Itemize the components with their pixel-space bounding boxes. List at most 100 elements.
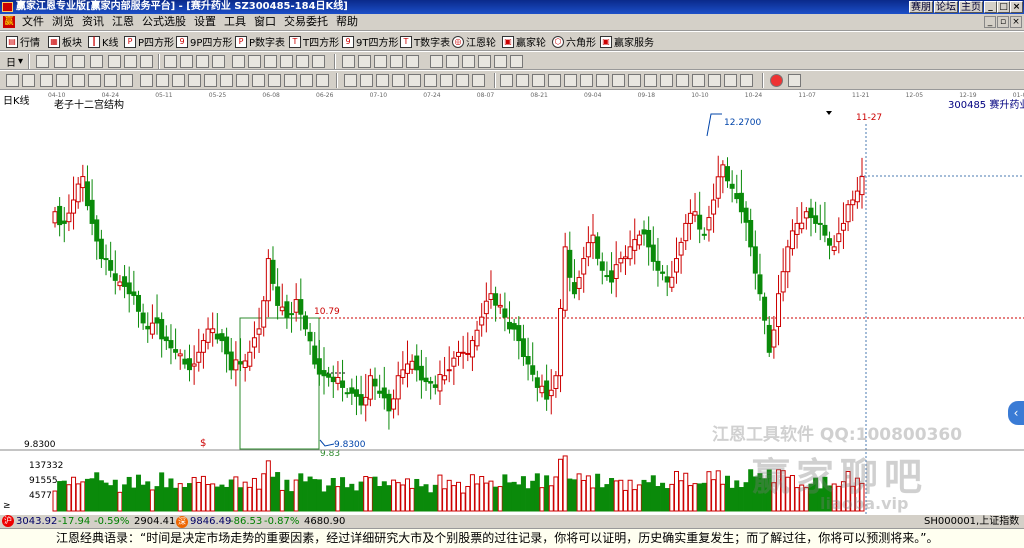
menu-window[interactable]: 窗口 bbox=[250, 14, 280, 30]
fan-4-icon[interactable] bbox=[392, 74, 405, 87]
tool-hexagon[interactable]: ⬡ 六角形 bbox=[552, 34, 596, 49]
line-icon[interactable] bbox=[390, 55, 403, 68]
fan-5-icon[interactable] bbox=[408, 74, 421, 87]
fan-2-icon[interactable] bbox=[360, 74, 373, 87]
mdi-minimize-icon[interactable]: _ bbox=[984, 16, 996, 28]
cycle-3-icon[interactable] bbox=[172, 74, 185, 87]
tool-p-table[interactable]: P P数字表 bbox=[235, 34, 285, 49]
grid-9-icon[interactable] bbox=[628, 74, 641, 87]
tool-9t-square[interactable]: 9 9T四方形 bbox=[342, 34, 398, 49]
link-home[interactable]: 主页 bbox=[959, 1, 983, 13]
cursor-icon[interactable] bbox=[342, 55, 355, 68]
grid-6-icon[interactable] bbox=[580, 74, 593, 87]
candle-view-icon[interactable] bbox=[72, 55, 85, 68]
fan-3-icon[interactable] bbox=[376, 74, 389, 87]
link-saipeng[interactable]: 赛朋 bbox=[909, 1, 933, 13]
scale-icon[interactable] bbox=[124, 55, 137, 68]
cycle-7-icon[interactable] bbox=[236, 74, 249, 87]
bar-view-icon[interactable] bbox=[54, 55, 67, 68]
pencil-icon[interactable] bbox=[510, 55, 523, 68]
menu-settings[interactable]: 设置 bbox=[190, 14, 220, 30]
sh-index[interactable]: 3043.92 bbox=[16, 515, 57, 528]
diamond-4-icon[interactable] bbox=[280, 55, 293, 68]
grid-12-icon[interactable] bbox=[676, 74, 689, 87]
draw-icon[interactable] bbox=[374, 55, 387, 68]
minimize-icon[interactable]: _ bbox=[984, 1, 997, 13]
grid-14-icon[interactable] bbox=[708, 74, 721, 87]
next-icon[interactable] bbox=[180, 55, 193, 68]
tool-sectors[interactable]: ▦ 板块 bbox=[48, 34, 82, 49]
cycle-9-icon[interactable] bbox=[268, 74, 281, 87]
level-2-icon[interactable] bbox=[56, 74, 69, 87]
close-icon[interactable]: × bbox=[1010, 1, 1023, 13]
fan-9-icon[interactable] bbox=[472, 74, 485, 87]
side-panel-toggle-icon[interactable]: ‹ bbox=[1008, 401, 1024, 425]
flag-icon[interactable] bbox=[140, 55, 153, 68]
tool-t-table[interactable]: T T数字表 bbox=[400, 34, 450, 49]
pin-icon[interactable] bbox=[6, 74, 19, 87]
grid-3-icon[interactable] bbox=[532, 74, 545, 87]
grid-13-icon[interactable] bbox=[692, 74, 705, 87]
cross-icon[interactable] bbox=[358, 55, 371, 68]
fan-7-icon[interactable] bbox=[440, 74, 453, 87]
sz-index[interactable]: 9846.49 bbox=[190, 515, 231, 528]
cycle-5-icon[interactable] bbox=[204, 74, 217, 87]
level-5-icon[interactable] bbox=[104, 74, 117, 87]
tool-winner-service[interactable]: ▣ 赢家服务 bbox=[600, 34, 654, 49]
level-3-icon[interactable] bbox=[72, 74, 85, 87]
color-wheel-icon[interactable] bbox=[770, 74, 783, 87]
cycle-10-icon[interactable] bbox=[284, 74, 297, 87]
grid-1-icon[interactable] bbox=[500, 74, 513, 87]
tool-quotes[interactable]: ▤ 行情 bbox=[6, 34, 40, 49]
save-icon[interactable] bbox=[430, 55, 443, 68]
grid-16-icon[interactable] bbox=[740, 74, 753, 87]
grid-2-icon[interactable] bbox=[516, 74, 529, 87]
menu-help[interactable]: 帮助 bbox=[332, 14, 362, 30]
maximize-icon[interactable]: □ bbox=[997, 1, 1010, 13]
cycle-4-icon[interactable] bbox=[188, 74, 201, 87]
tool-t-square[interactable]: T T四方形 bbox=[289, 34, 339, 49]
layout-2-icon[interactable] bbox=[462, 55, 475, 68]
grid-view-icon[interactable] bbox=[36, 55, 49, 68]
first-icon[interactable] bbox=[164, 55, 177, 68]
ray-icon[interactable] bbox=[406, 55, 419, 68]
grid-10-icon[interactable] bbox=[644, 74, 657, 87]
fan-1-icon[interactable] bbox=[344, 74, 357, 87]
cycle-8-icon[interactable] bbox=[252, 74, 265, 87]
grid-8-icon[interactable] bbox=[612, 74, 625, 87]
fan-6-icon[interactable] bbox=[424, 74, 437, 87]
mdi-close-icon[interactable]: × bbox=[1010, 16, 1022, 28]
grid-5-icon[interactable] bbox=[564, 74, 577, 87]
diamond-2-icon[interactable] bbox=[248, 55, 261, 68]
level-1-icon[interactable] bbox=[40, 74, 53, 87]
cycle-1-icon[interactable] bbox=[140, 74, 153, 87]
cycle-6-icon[interactable] bbox=[220, 74, 233, 87]
menu-file[interactable]: 文件 bbox=[18, 14, 48, 30]
diamond-6-icon[interactable] bbox=[312, 55, 325, 68]
grid-11-icon[interactable] bbox=[660, 74, 673, 87]
menu-tools[interactable]: 工具 bbox=[220, 14, 250, 30]
zoom-icon[interactable] bbox=[90, 55, 103, 68]
layout-4-icon[interactable] bbox=[494, 55, 507, 68]
layout-3-icon[interactable] bbox=[478, 55, 491, 68]
mdi-restore-icon[interactable]: ▫ bbox=[997, 16, 1009, 28]
diamond-1-icon[interactable] bbox=[232, 55, 245, 68]
fan-8-icon[interactable] bbox=[456, 74, 469, 87]
menu-browse[interactable]: 浏览 bbox=[48, 14, 78, 30]
cycle-2-icon[interactable] bbox=[156, 74, 169, 87]
prev-icon[interactable] bbox=[196, 55, 209, 68]
menu-gann[interactable]: 江恩 bbox=[108, 14, 138, 30]
cycle-12-icon[interactable] bbox=[316, 74, 329, 87]
arrow-icon[interactable] bbox=[108, 55, 121, 68]
level-4-icon[interactable] bbox=[88, 74, 101, 87]
tool-gann-wheel[interactable]: ◎ 江恩轮 bbox=[452, 34, 496, 49]
link-forum[interactable]: 论坛 bbox=[934, 1, 958, 13]
grid-15-icon[interactable] bbox=[724, 74, 737, 87]
kline-chart-window[interactable]: 04-10 04-24 05-11 05-25 06-08 06-26 07-10 07-24… bbox=[0, 90, 1024, 514]
tool-kline[interactable]: ┃ K线 bbox=[88, 34, 119, 49]
grid-4-icon[interactable] bbox=[548, 74, 561, 87]
layout-1-icon[interactable] bbox=[446, 55, 459, 68]
infinity-icon[interactable] bbox=[788, 74, 801, 87]
diamond-3-icon[interactable] bbox=[264, 55, 277, 68]
tool-9p-square[interactable]: 9 9P四方形 bbox=[176, 34, 232, 49]
